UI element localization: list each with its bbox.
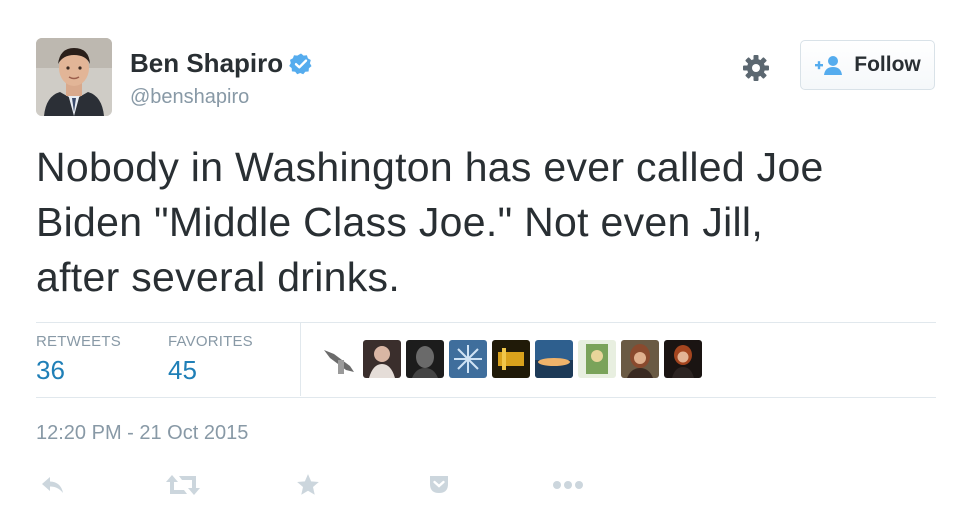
stats-bottom-divider	[36, 397, 936, 398]
follow-person-plus-icon	[815, 56, 843, 75]
retweet-icon[interactable]	[166, 470, 200, 500]
tweet-text-line: Biden "Middle Class Joe." Not even Jill,	[36, 199, 764, 245]
favorites-stat[interactable]: FAVORITES 45	[168, 333, 253, 386]
tweet-card: Ben Shapiro @benshapiro Follow Nobody in…	[0, 0, 980, 518]
favorite-star-icon[interactable]	[291, 470, 325, 500]
stats-top-divider	[36, 322, 936, 323]
favoriter-avatar[interactable]	[363, 340, 401, 378]
retweets-label: RETWEETS	[36, 333, 121, 350]
favoriters-avatars	[320, 340, 702, 378]
retweets-stat[interactable]: RETWEETS 36	[36, 333, 121, 386]
favoriter-avatar[interactable]	[320, 340, 358, 378]
follow-button[interactable]: Follow	[800, 40, 935, 90]
name-row: Ben Shapiro	[130, 48, 313, 79]
pocket-icon[interactable]	[422, 470, 456, 500]
tweet-text: Nobody in Washington has ever called Joe…	[36, 140, 936, 305]
favoriter-avatar[interactable]	[664, 340, 702, 378]
favoriter-avatar[interactable]	[578, 340, 616, 378]
stats-vertical-divider	[300, 323, 301, 396]
reply-icon[interactable]	[36, 470, 70, 500]
user-fullname[interactable]: Ben Shapiro	[130, 48, 283, 79]
retweets-count: 36	[36, 355, 65, 385]
tweet-text-line: after several drinks.	[36, 254, 401, 300]
favoriter-avatar[interactable]	[449, 340, 487, 378]
profile-avatar[interactable]	[36, 38, 112, 116]
gear-icon[interactable]	[740, 52, 772, 84]
favorites-count: 45	[168, 355, 197, 385]
favoriter-avatar[interactable]	[406, 340, 444, 378]
follow-button-label: Follow	[854, 53, 921, 76]
user-handle[interactable]: @benshapiro	[130, 86, 249, 109]
more-dots-icon[interactable]	[551, 470, 585, 500]
verified-badge-icon	[289, 52, 313, 76]
favorites-label: FAVORITES	[168, 333, 253, 350]
tweet-timestamp[interactable]: 12:20 PM - 21 Oct 2015	[36, 422, 248, 445]
favoriter-avatar[interactable]	[535, 340, 573, 378]
favoriter-avatar[interactable]	[492, 340, 530, 378]
favoriter-avatar[interactable]	[621, 340, 659, 378]
tweet-text-line: Nobody in Washington has ever called Joe	[36, 144, 824, 190]
